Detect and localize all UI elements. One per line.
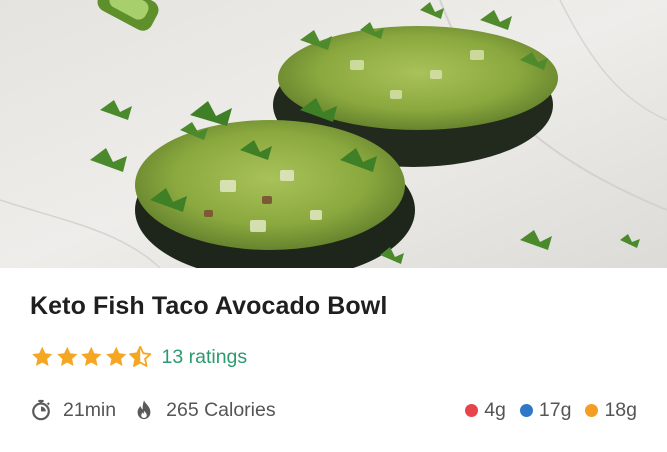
ratings-count-link[interactable]: 13 ratings [162,346,248,369]
star-full-icon [56,346,77,366]
star-full-icon [81,346,102,366]
star-full-icon [32,346,53,366]
rating-row: 13 ratings [30,342,247,372]
cook-time: 21min [63,398,117,421]
macro-item: 17g [519,398,572,422]
macro-value: 18g [604,398,637,421]
star-rating [30,345,153,369]
recipe-meta: 21min 265 Calories [30,396,276,424]
flame-icon [137,400,151,420]
macro-value: 17g [538,398,572,421]
macro-dot-orange [585,403,599,417]
star-full-icon [105,346,126,366]
macro-value: 4g [484,398,506,421]
calories: 265 Calories [166,398,276,421]
macro-dot-red [465,403,479,417]
star-half-icon [129,345,152,367]
macro-dot-blue [519,403,533,417]
recipe-title[interactable]: Keto Fish Taco Avocado Bowl [30,292,387,321]
macros: 4g 17g 18g [451,396,637,424]
recipe-card[interactable]: Keto Fish Taco Avocado Bowl 13 ratings 2… [0,0,667,452]
macro-item: 4g [465,399,506,422]
recipe-photo[interactable] [0,0,667,268]
stopwatch-icon [32,399,50,421]
macro-item: 18g [585,399,637,422]
